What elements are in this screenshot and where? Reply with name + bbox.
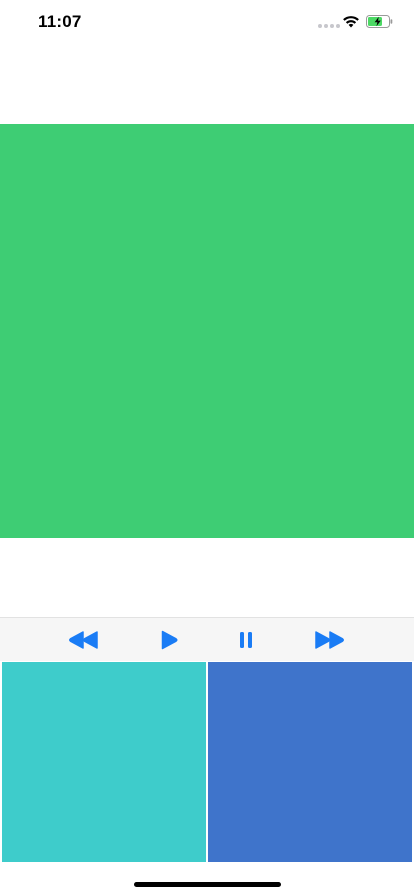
status-time: 11:07 xyxy=(38,12,82,31)
play-icon xyxy=(161,630,178,650)
cellular-signal-icon xyxy=(318,24,340,28)
top-content-view xyxy=(0,124,414,538)
pause-icon xyxy=(240,632,252,648)
playback-toolbar xyxy=(0,617,414,661)
rewind-button[interactable] xyxy=(62,618,106,662)
status-bar: 11:07 xyxy=(0,0,414,44)
pause-button[interactable] xyxy=(224,618,268,662)
play-button[interactable] xyxy=(147,618,191,662)
fast-forward-icon xyxy=(315,631,344,649)
rewind-icon xyxy=(69,631,98,649)
bottom-right-view xyxy=(208,662,412,862)
app-screen: 11:07 xyxy=(0,0,414,896)
fast-forward-button[interactable] xyxy=(307,618,351,662)
bottom-left-view xyxy=(2,662,206,862)
battery-charging-icon xyxy=(366,15,393,28)
home-indicator[interactable] xyxy=(134,882,281,887)
wifi-icon xyxy=(343,16,359,28)
